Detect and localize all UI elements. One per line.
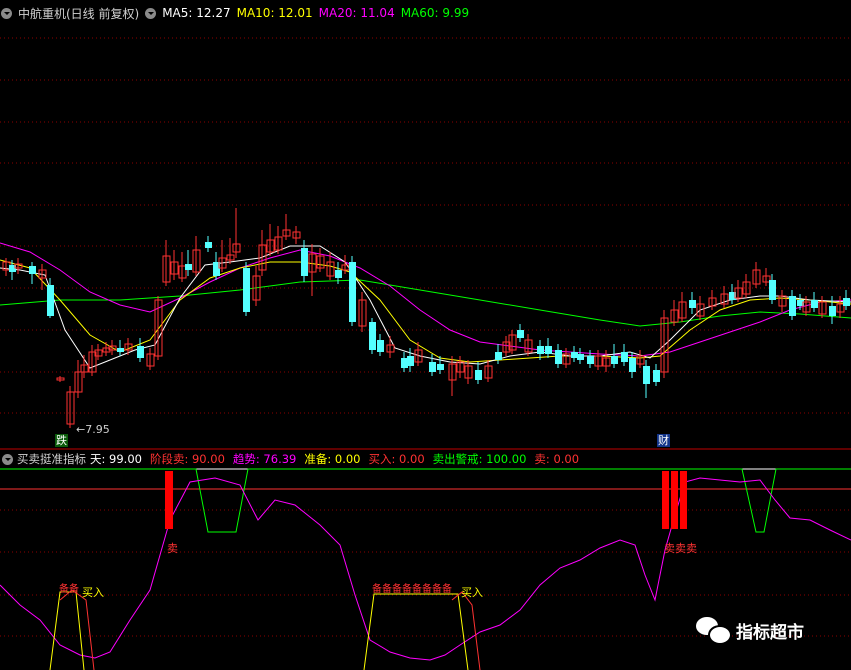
candlestick-series: [2, 208, 850, 428]
prep-label-b: 备备备备备备备备: [372, 584, 452, 595]
candle-body: [611, 356, 618, 364]
candle-body: [437, 364, 444, 370]
candle-body: [335, 270, 342, 278]
price-grid: [0, 37, 851, 450]
candle-body: [629, 358, 636, 372]
prep-line: [49, 591, 85, 670]
watermark-text: 指标超市: [736, 622, 804, 643]
candle-body: [643, 366, 650, 384]
candle-body: [537, 346, 544, 354]
sell-bar: [680, 471, 687, 529]
stock-chart[interactable]: [0, 0, 851, 670]
sell-bar: [165, 471, 173, 529]
candle-body: [377, 340, 384, 352]
sell-label-a: 卖: [167, 542, 178, 555]
candle-body: [689, 300, 696, 308]
candle-body: [545, 346, 552, 354]
low-price-label: ←7.95: [76, 423, 110, 436]
buy-label-b: 买入: [461, 586, 483, 599]
tag-die: 跌: [55, 434, 68, 447]
candle-body: [517, 330, 524, 338]
candle-body: [811, 300, 818, 308]
candle-body: [117, 348, 124, 352]
candle-body: [205, 242, 212, 248]
candle-body: [47, 285, 54, 316]
tag-cai: 财: [657, 434, 670, 447]
buy-label-a: 买入: [82, 586, 104, 599]
candle-body: [621, 352, 628, 362]
ma60-line: [0, 279, 851, 327]
candle-body: [829, 306, 836, 316]
candle-body: [653, 370, 660, 382]
candle-body: [407, 356, 414, 366]
sell-bar: [662, 471, 669, 529]
candle-body: [349, 262, 356, 322]
low-price-value: 7.95: [85, 423, 110, 436]
ma60-path: [0, 279, 851, 327]
candle-body: [185, 264, 192, 270]
candle-body: [429, 362, 436, 372]
candle-body: [789, 296, 796, 316]
candle-body: [401, 358, 408, 368]
candle-body: [769, 280, 776, 300]
wechat-watermark: 指标超市: [696, 617, 804, 645]
candle-body: [571, 352, 578, 358]
candle-body: [243, 268, 250, 312]
candle-body: [843, 298, 850, 306]
candle-body: [577, 354, 584, 360]
candle-body: [369, 322, 376, 350]
candle-body: [29, 266, 36, 274]
sell-bar: [671, 471, 678, 529]
wechat-icon: [696, 617, 732, 645]
sell-label-b: 卖卖卖: [664, 542, 697, 555]
prep-label-a: 备备: [59, 584, 79, 595]
candle-body: [301, 248, 308, 276]
candle-body: [587, 356, 594, 364]
candle-body: [495, 352, 502, 360]
candle-body: [555, 350, 562, 364]
warning-line: [0, 468, 851, 533]
candle-body: [475, 370, 482, 380]
candle-body: [137, 346, 144, 358]
